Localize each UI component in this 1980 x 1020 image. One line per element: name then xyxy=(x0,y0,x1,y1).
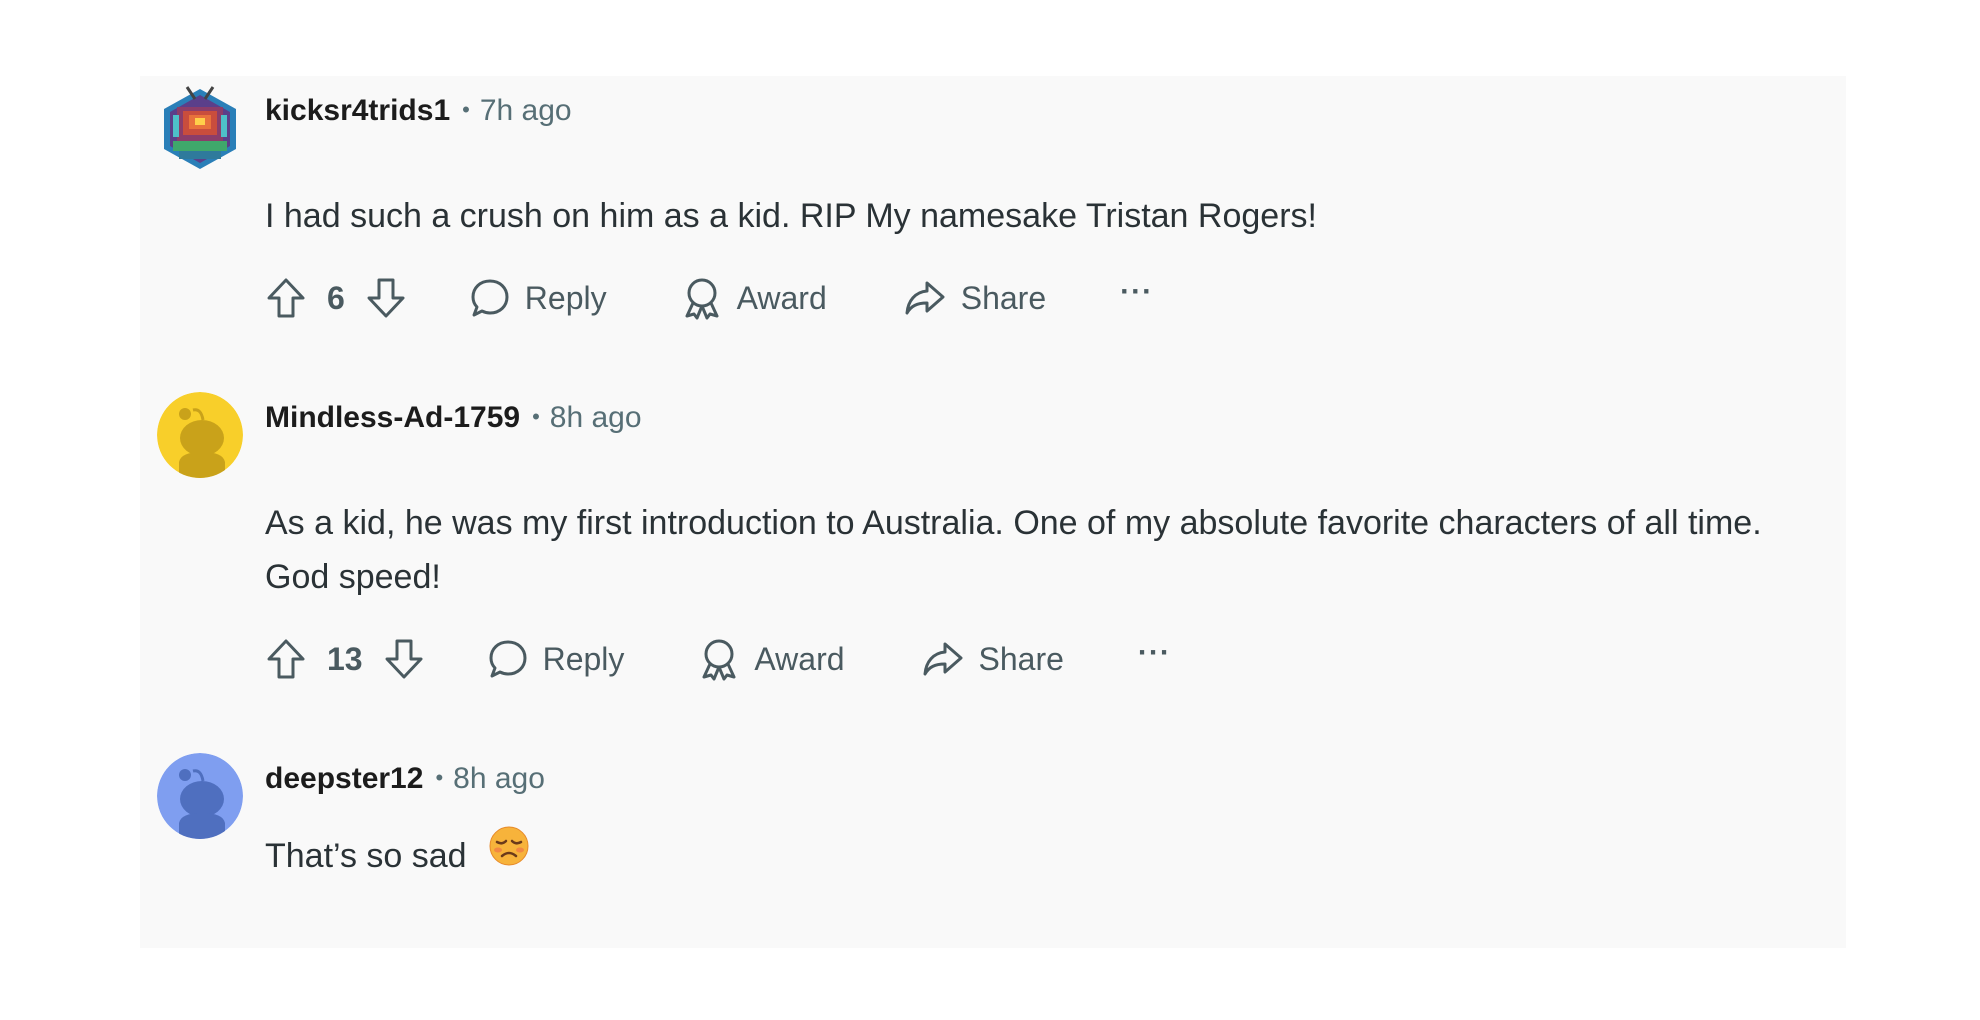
vote-count: 6 xyxy=(327,279,345,316)
comment-body: As a kid, he was my first introduction t… xyxy=(265,504,1762,596)
disappointed-face-icon xyxy=(488,825,530,883)
share-button[interactable]: Share xyxy=(921,638,1064,680)
meta-separator: • xyxy=(462,97,470,122)
more-options-button[interactable]: ··· xyxy=(1120,275,1153,309)
comment-body: That’s so sad xyxy=(265,826,1765,887)
more-options-button[interactable]: ··· xyxy=(1138,636,1171,670)
vote-group: 13 xyxy=(265,637,425,681)
username[interactable]: deepster12 xyxy=(265,762,423,795)
award-label: Award xyxy=(736,279,827,316)
clipped-action-row xyxy=(265,947,865,948)
timestamp[interactable]: 7h ago xyxy=(480,94,572,127)
comment-text: That’s so sad xyxy=(265,837,467,875)
comment-meta: kicksr4trids1 • 7h ago xyxy=(265,93,572,131)
comment-actions: 13 Reply Award Share ··· xyxy=(265,631,1171,687)
snoo-avatar-blue-icon[interactable] xyxy=(157,753,243,839)
comment-meta: deepster12 • 8h ago xyxy=(265,761,545,799)
meta-separator: • xyxy=(532,404,540,429)
meta-separator: • xyxy=(435,765,444,790)
comment-meta: Mindless-Ad-1759 • 8h ago xyxy=(265,400,642,438)
speech-bubble-icon xyxy=(487,638,529,680)
share-arrow-icon xyxy=(903,277,947,319)
reply-label: Reply xyxy=(524,279,607,316)
award-ribbon-icon xyxy=(698,637,740,681)
share-label: Share xyxy=(960,279,1047,316)
award-label: Award xyxy=(754,640,845,677)
timestamp[interactable]: 8h ago xyxy=(453,762,545,795)
username[interactable]: kicksr4trids1 xyxy=(265,94,450,127)
snoo-avatar-yellow-icon[interactable] xyxy=(157,392,243,478)
reply-button[interactable]: Reply xyxy=(487,638,625,680)
upvote-icon[interactable] xyxy=(265,637,307,681)
comments-panel: kicksr4trids1 • 7h ago I had such a crush … xyxy=(140,76,1846,948)
pixel-art-avatar-icon[interactable] xyxy=(157,85,243,171)
downvote-icon[interactable] xyxy=(383,637,425,681)
timestamp[interactable]: 8h ago xyxy=(550,401,642,434)
comment-body: I had such a crush on him as a kid. RIP … xyxy=(265,197,1317,235)
vote-group: 6 xyxy=(265,276,407,320)
award-ribbon-icon xyxy=(681,276,723,320)
username[interactable]: Mindless-Ad-1759 xyxy=(265,401,520,434)
upvote-icon[interactable] xyxy=(265,276,307,320)
award-button[interactable]: Award xyxy=(681,276,827,320)
share-label: Share xyxy=(978,640,1064,677)
downvote-icon[interactable] xyxy=(365,276,407,320)
vote-count: 13 xyxy=(327,640,363,677)
reply-label: Reply xyxy=(542,640,625,677)
award-button[interactable]: Award xyxy=(698,637,845,681)
comment-actions: 6 Reply Award Share ··· xyxy=(265,270,1153,326)
share-button[interactable]: Share xyxy=(903,277,1046,319)
share-arrow-icon xyxy=(921,638,965,680)
reply-button[interactable]: Reply xyxy=(469,277,607,319)
speech-bubble-icon xyxy=(469,277,511,319)
